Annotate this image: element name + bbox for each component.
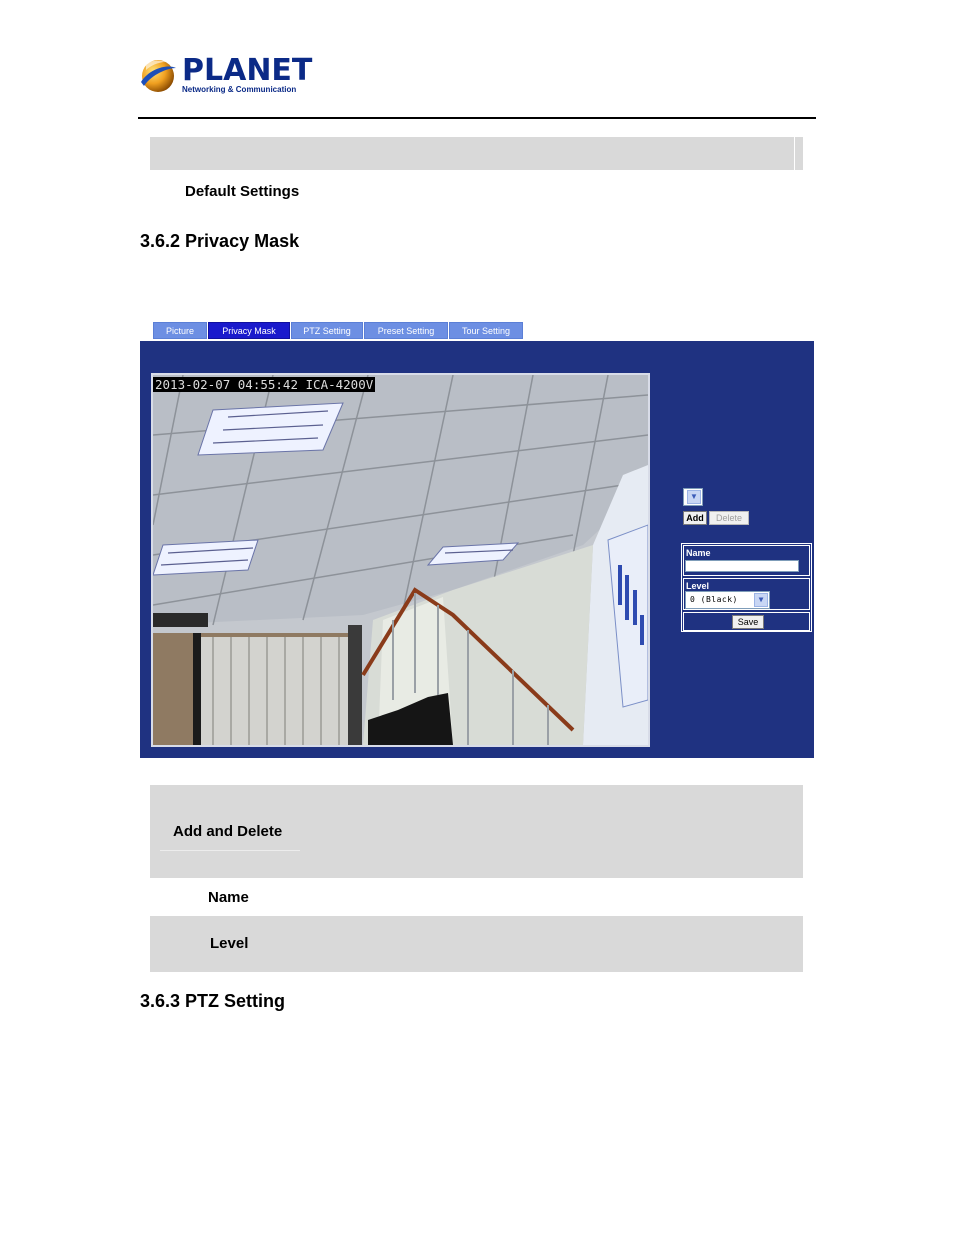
section-heading-privacy-mask: 3.6.2 Privacy Mask <box>140 231 300 251</box>
brand-name: PLANET <box>182 53 313 88</box>
name-field-group: Name <box>683 545 810 576</box>
camera-scene <box>153 375 648 745</box>
camera-live-view[interactable]: 2013-02-07 04:55:42 ICA-4200V <box>151 373 650 747</box>
brand-tagline: Networking & Communication <box>182 85 297 94</box>
tab-ptz-setting[interactable]: PTZ Setting <box>291 322 363 339</box>
tab-preset-setting[interactable]: Preset Setting <box>364 322 448 339</box>
save-group: Save <box>683 612 810 631</box>
table-row-add-delete: Add and Delete <box>150 785 803 878</box>
level-field-group: Level 0 (Black) ▼ <box>683 578 810 610</box>
add-delete-label: Add and Delete <box>173 823 283 840</box>
tab-tour-setting[interactable]: Tour Setting <box>449 322 523 339</box>
save-button[interactable]: Save <box>732 615 764 629</box>
table-row-shaded <box>150 137 803 170</box>
chevron-down-icon: ▼ <box>687 490 701 504</box>
level-select[interactable]: 0 (Black) ▼ <box>685 591 770 609</box>
chevron-down-icon: ▼ <box>754 593 768 607</box>
delete-mask-button[interactable]: Delete <box>709 511 749 525</box>
level-selected-value: 0 (Black) <box>690 595 738 604</box>
mask-select[interactable]: ▼ <box>683 488 703 506</box>
header-divider <box>138 117 816 119</box>
add-mask-button[interactable]: Add <box>683 511 707 525</box>
globe-icon <box>141 60 176 92</box>
level-description-label: Level <box>210 935 249 952</box>
settings-tab-bar: Picture Privacy Mask PTZ Setting Preset … <box>153 322 524 341</box>
privacy-mask-panel: 2013-02-07 04:55:42 ICA-4200V ▼ Add Dele… <box>140 341 814 758</box>
level-field-label: Level <box>686 581 710 591</box>
tab-privacy-mask[interactable]: Privacy Mask <box>208 322 290 339</box>
name-input[interactable] <box>685 560 799 572</box>
planet-logo: PLANET Networking & Communication <box>138 54 312 96</box>
section-heading-ptz-setting: 3.6.3 PTZ Setting <box>140 991 286 1011</box>
name-field-label: Name <box>686 548 711 558</box>
default-settings-label: Default Settings <box>185 183 300 200</box>
mask-properties-form: Name Level 0 (Black) ▼ Save <box>681 543 812 632</box>
camera-timestamp-overlay: 2013-02-07 04:55:42 ICA-4200V <box>153 377 376 392</box>
name-description-label: Name <box>208 889 249 906</box>
tab-picture[interactable]: Picture <box>153 322 207 339</box>
table-row-level: Level <box>150 916 803 972</box>
